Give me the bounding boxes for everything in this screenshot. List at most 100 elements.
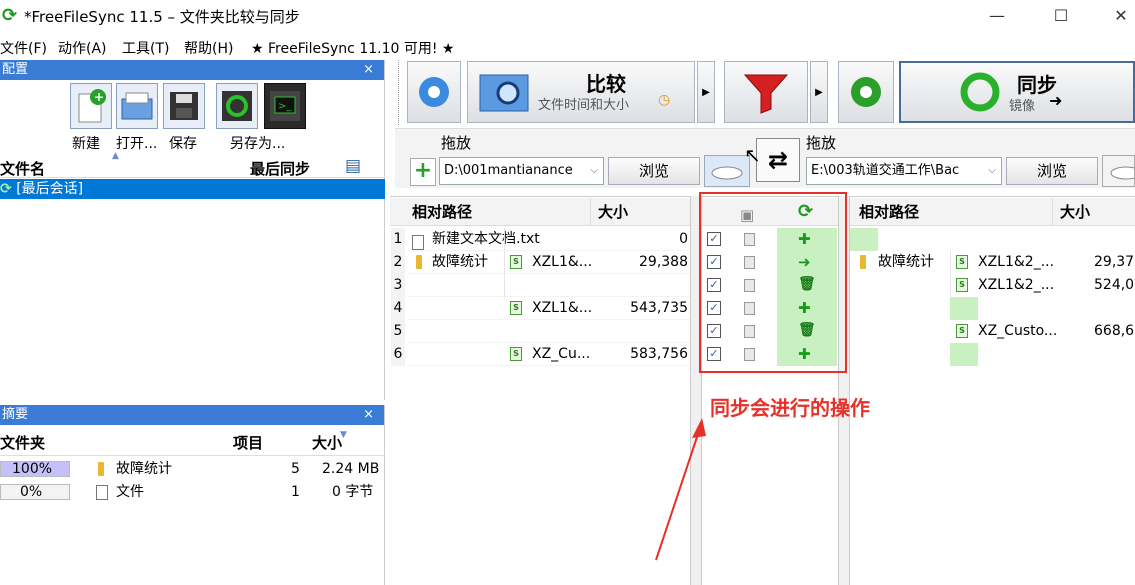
left-file-name: XZL1&... (532, 254, 593, 270)
cell-divider (504, 228, 505, 251)
right-browse-button[interactable]: 浏览 (1006, 157, 1098, 185)
summary-percent: 100% (12, 461, 53, 477)
left-folder-input[interactable]: D:\001mantianance ⌵ (439, 157, 604, 185)
cell-divider (504, 274, 505, 297)
gear-icon (419, 77, 449, 107)
new-file-icon: + (78, 89, 106, 123)
right-cloud-button[interactable] (1102, 155, 1135, 187)
menu-action[interactable]: 动作(A) (58, 38, 107, 58)
right-arrow-icon: ➜ (1049, 91, 1063, 110)
left-col-path[interactable]: 相对路径 (412, 198, 472, 226)
right-row[interactable]: S XZ_Custo... 668,62 (850, 320, 1135, 343)
cell-divider (950, 274, 951, 297)
menu-file[interactable]: 文件(F) (0, 38, 47, 58)
svg-text:+: + (94, 90, 104, 104)
sync-settings-button[interactable] (838, 61, 894, 123)
left-folder-name: 故障统计 (432, 254, 488, 270)
header-divider (1052, 198, 1053, 226)
compare-subtitle: 文件时间和大小 (538, 98, 630, 113)
menu-bar: 文件(F) 动作(A) 工具(T) 帮助(H) ★ FreeFileSync 1… (0, 35, 1135, 59)
maximize-button[interactable]: ☐ (1038, 0, 1084, 30)
right-row[interactable] (850, 297, 1135, 320)
config-close-icon[interactable]: × (363, 60, 374, 80)
compare-button[interactable]: 比较 文件时间和大小 ◷ (467, 61, 695, 123)
summary-col-folder[interactable]: 文件夹 (0, 430, 45, 456)
left-row[interactable]: S XZL1&... 543,735 (408, 297, 690, 320)
left-browse-button[interactable]: 浏览 (608, 157, 700, 185)
new-config-button[interactable]: + (70, 83, 112, 129)
swap-sides-button[interactable]: ⇄ (756, 138, 800, 182)
left-file-size: 0 (679, 231, 688, 247)
filter-dropdown[interactable]: ▶ (810, 61, 828, 123)
right-grid-header: 相对路径 大小 (850, 198, 1135, 226)
config-item-last-session[interactable]: ⟳ [最后会话] (0, 179, 385, 199)
left-row[interactable]: S XZ_Cu... 583,756 (408, 343, 690, 366)
sync-save-icon (222, 91, 252, 121)
row-number: 2 (391, 251, 405, 274)
save-config-button[interactable] (163, 83, 205, 129)
summary-col-items[interactable]: 项目 (233, 430, 263, 456)
compare-dropdown[interactable]: ▶ (697, 61, 715, 123)
left-row[interactable] (408, 320, 690, 343)
right-row[interactable] (850, 343, 1135, 366)
save-as-batch-button[interactable]: >_ (264, 83, 306, 129)
col-filename[interactable]: 文件名 (0, 158, 45, 179)
left-folder-path: D:\001mantianance (444, 163, 573, 178)
mouse-cursor-icon: ↖ (744, 143, 761, 167)
left-col-size[interactable]: 大小 (598, 198, 628, 226)
folder-icon (416, 255, 422, 269)
add-folder-pair-button[interactable]: + (410, 158, 436, 186)
spreadsheet-file-icon: S (956, 255, 968, 269)
summary-size: 2.24 MB (322, 461, 380, 477)
batch-terminal-icon: >_ (270, 91, 300, 121)
right-col-path[interactable]: 相对路径 (859, 198, 919, 226)
new-label: 新建 (72, 136, 100, 152)
right-col-size[interactable]: 大小 (1060, 198, 1090, 226)
summary-row[interactable]: 100% 故障统计 5 2.24 MB (0, 458, 385, 480)
row-number: 3 (391, 274, 405, 297)
list-view-icon[interactable]: ▤ (345, 156, 361, 176)
sync-button[interactable]: 同步 镜像 ➜ (899, 61, 1135, 123)
menu-tools[interactable]: 工具(T) (122, 38, 169, 58)
col-last-sync[interactable]: 最后同步 (250, 158, 310, 179)
right-folder-input[interactable]: E:\003轨道交通工作\Bac ⌵ (806, 157, 1002, 185)
left-row[interactable]: 故障统计 S XZL1&... 29,388 (408, 251, 690, 274)
open-config-button[interactable] (116, 83, 158, 129)
right-row[interactable]: S XZL1&2_... 524,07 (850, 274, 1135, 297)
right-file-name: XZL1&2_... (978, 277, 1055, 293)
right-empty-green (950, 297, 978, 320)
save-as-sync-button[interactable] (216, 83, 258, 129)
session-label: [最后会话] (16, 181, 84, 197)
play-arrow-icon: ▶ (702, 86, 710, 98)
left-row[interactable] (408, 274, 690, 297)
right-row[interactable]: 故障统计 S XZL1&2_... 29,37 (850, 251, 1135, 274)
right-file-size: 29,37 (1094, 254, 1135, 270)
filter-button[interactable] (724, 61, 808, 123)
summary-percent: 0% (20, 484, 43, 500)
session-sync-icon: ⟳ (0, 181, 12, 197)
minimize-button[interactable]: — (974, 0, 1020, 30)
right-folder-name: 故障统计 (878, 254, 934, 270)
summary-row[interactable]: 0% 文件 1 0 字节 (0, 481, 385, 503)
chevron-down-icon: ⌵ (590, 165, 598, 176)
compare-settings-button[interactable] (407, 61, 461, 123)
app-icon: ⟳ (2, 5, 18, 26)
summary-count: 1 (291, 484, 300, 500)
summary-close-icon[interactable]: × (363, 405, 374, 425)
left-row[interactable]: 新建文本文档.txt 0 (408, 228, 690, 251)
spreadsheet-file-icon: S (956, 278, 968, 292)
close-button[interactable]: ✕ (1098, 0, 1135, 30)
row-number: 1 (391, 228, 405, 251)
left-file-name: XZ_Cu... (532, 346, 591, 362)
title-bar: ⟳ *FreeFileSync 11.5 – 文件夹比较与同步 — ☐ ✕ (0, 0, 1135, 30)
summary-col-size[interactable]: 大小 (312, 430, 342, 456)
swap-arrows-icon: ⇄ (767, 146, 789, 174)
menu-update-notice[interactable]: ★ FreeFileSync 11.10 可用! ★ (251, 38, 454, 58)
cloud-icon (711, 166, 743, 180)
file-icon (96, 484, 108, 500)
cell-divider (504, 251, 505, 274)
right-row[interactable] (850, 228, 1135, 251)
menu-help[interactable]: 帮助(H) (184, 38, 233, 58)
spreadsheet-file-icon: S (510, 301, 522, 315)
summary-panel-title: 摘要 (2, 407, 29, 422)
